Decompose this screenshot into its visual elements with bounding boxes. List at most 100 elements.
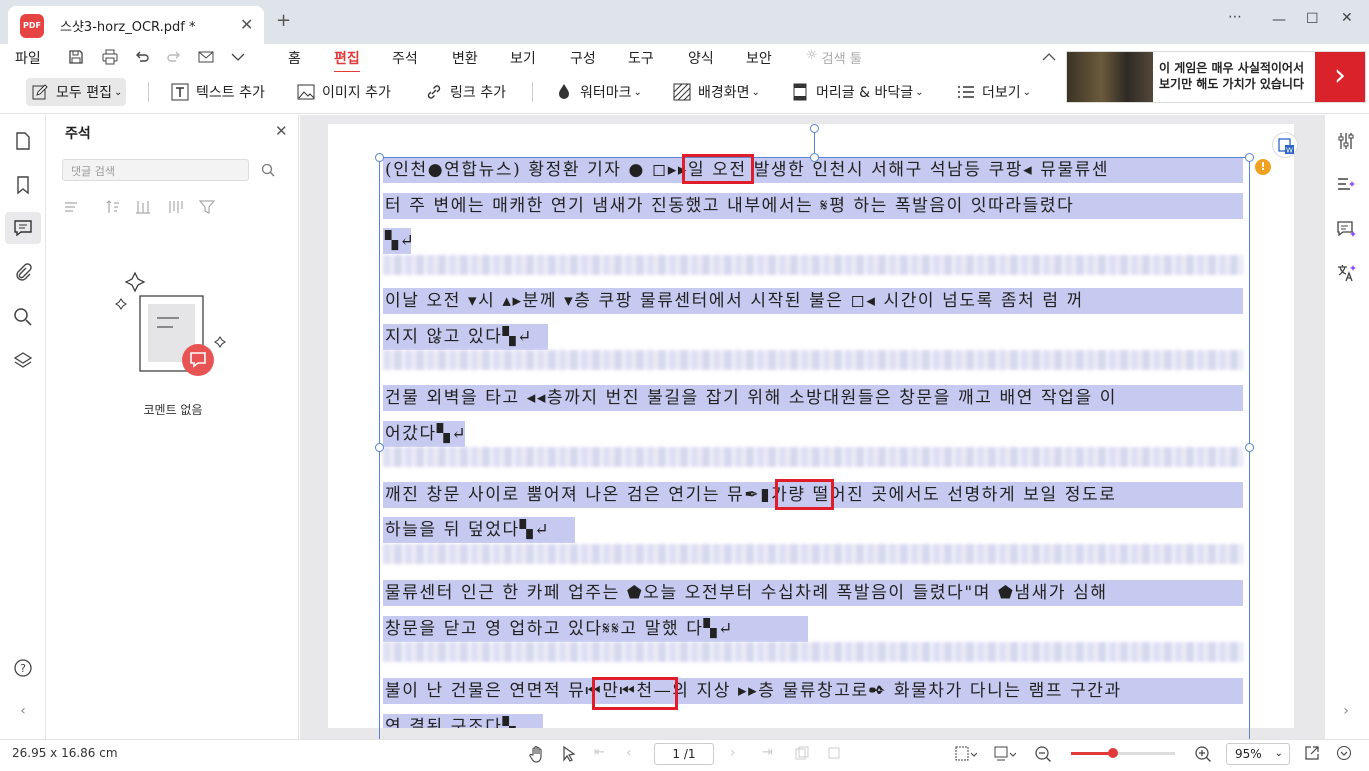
rotate-page-icon[interactable] <box>826 745 844 763</box>
menu-file[interactable]: 파일 <box>15 48 41 68</box>
warning-icon[interactable]: ! <box>1255 159 1271 175</box>
text-line[interactable]: 연 결된 구조다▚ <box>383 714 543 728</box>
text-line[interactable]: 건물 외벽을 타고 ◂◂층까지 번진 불길을 잡기 위해 소방대원들은 창문을 … <box>383 385 1243 411</box>
add-text-button[interactable]: 텍스트 추가 <box>170 78 265 106</box>
list-icon <box>956 82 976 102</box>
page-number-input[interactable]: 1 /1 <box>654 743 714 765</box>
close-icon[interactable]: ✕ <box>275 122 288 140</box>
header-footer-button[interactable]: 머리글 & 바닥글 ⌄ <box>790 78 924 106</box>
edit-all-label: 모두 편집 <box>56 85 112 101</box>
bookmark-icon[interactable] <box>13 175 33 195</box>
document-viewport[interactable]: (인천●연합뉴스) 황정환 기자 ● ◻▸▸일 오전 발생한 인천시 서해구 석… <box>300 115 1324 739</box>
menu-organize[interactable]: 구성 <box>570 48 596 68</box>
ad-arrow-button[interactable]: › <box>1315 52 1365 102</box>
close-tab-icon[interactable]: ✕ <box>240 15 253 34</box>
search-icon[interactable] <box>261 163 275 177</box>
open-external-icon[interactable] <box>1304 745 1322 763</box>
comment-search-input[interactable]: 댓글 검색 <box>62 159 249 181</box>
chevron-down-icon: ⌄ <box>633 86 642 98</box>
rotate-handle[interactable] <box>810 124 819 133</box>
text-line[interactable]: 불이 난 건물은 연면적 뮤⏮만⏮천—의 지상 ▸▸층 물류창고로✒ 화물차가 … <box>383 678 1243 704</box>
pdf-page[interactable]: (인천●연합뉴스) 황정환 기자 ● ◻▸▸일 오전 발생한 인천시 서해구 석… <box>328 124 1294 728</box>
text-line[interactable]: 물류센터 인근 한 카페 업주는 ⬟오늘 오전부터 수십차례 폭발음이 들렸다"… <box>383 580 1243 606</box>
attachment-icon[interactable] <box>13 263 33 283</box>
background-button[interactable]: 배경화면 ⌄ <box>672 78 760 106</box>
last-page-icon[interactable]: ⇥ <box>762 745 780 763</box>
next-page-icon[interactable]: › <box>730 745 748 763</box>
zoom-in-icon[interactable] <box>1194 745 1212 763</box>
add-image-button[interactable]: 이미지 추가 <box>296 78 391 106</box>
edit-all-button[interactable]: 모두 편집 ⌄ <box>26 78 127 106</box>
expand-right-panel-icon[interactable]: › <box>1336 703 1356 723</box>
menu-form[interactable]: 양식 <box>688 48 714 68</box>
layers-icon[interactable] <box>13 351 33 371</box>
advertisement-banner[interactable]: 이 게임은 매우 사실적이어서 보기만 해도 가치가 있습니다 › <box>1066 51 1366 103</box>
blurred-text-line <box>383 350 1243 370</box>
fullscreen-down-icon[interactable] <box>1336 745 1354 763</box>
page-fit-icon[interactable] <box>794 745 812 763</box>
filter-icon[interactable] <box>199 199 215 215</box>
more-options-button[interactable]: ⋯ <box>1228 9 1242 25</box>
text-line[interactable]: 어갔다▚↵ <box>383 421 465 447</box>
ai-summary-icon[interactable] <box>1336 175 1356 195</box>
text-line[interactable]: 터 주 변에는 매캐한 연기 냄새가 진동했고 내부에서는 𝄋평 하는 폭발음이… <box>383 193 1243 219</box>
properties-sliders-icon[interactable] <box>1336 131 1356 151</box>
text-line[interactable]: 하늘을 뒤 덮었다▚↵ <box>383 517 575 543</box>
more-button[interactable]: 더보기 ⌄ <box>956 78 1031 106</box>
hand-tool-icon[interactable] <box>528 745 546 763</box>
zoom-level-select[interactable]: 95% ⌄ <box>1226 743 1290 765</box>
zoom-out-icon[interactable] <box>1034 745 1052 763</box>
fit-width-icon[interactable] <box>955 745 977 763</box>
page-thumbnail-icon[interactable] <box>13 131 33 151</box>
menu-edit[interactable]: 편집 <box>334 48 360 73</box>
add-link-button[interactable]: 링크 추가 <box>424 78 506 106</box>
page-layout-icon[interactable] <box>994 745 1016 763</box>
resize-handle[interactable] <box>375 443 384 452</box>
collapse-ribbon-icon[interactable] <box>1042 50 1058 66</box>
undo-icon[interactable] <box>134 49 150 65</box>
first-page-icon[interactable]: ⇤ <box>594 745 612 763</box>
text-line[interactable]: 창문을 닫고 영 업하고 있다𝄋𝄋고 말했 다▚↵ <box>383 616 808 642</box>
translate-icon[interactable] <box>1336 263 1356 283</box>
select-cursor-icon[interactable] <box>560 745 578 763</box>
maximize-icon[interactable]: ☐ <box>1306 11 1319 27</box>
resize-handle[interactable] <box>1245 153 1254 162</box>
minimize-icon[interactable]: — <box>1272 12 1286 28</box>
search-icon[interactable] <box>13 307 33 327</box>
resize-handle[interactable] <box>1245 443 1254 452</box>
menu-home[interactable]: 홈 <box>288 48 301 68</box>
mail-icon[interactable] <box>198 49 214 65</box>
help-icon[interactable]: ? <box>13 658 33 678</box>
zoom-slider-handle[interactable] <box>1108 748 1118 758</box>
sort-icon[interactable] <box>63 199 79 215</box>
redo-icon[interactable] <box>166 49 182 65</box>
highlight-box <box>775 479 834 510</box>
resize-handle[interactable] <box>375 153 384 162</box>
menu-view[interactable]: 보기 <box>510 48 536 68</box>
menu-convert[interactable]: 변환 <box>452 48 478 68</box>
text-line[interactable]: 이날 오전 ▾시 ▴▸분께 ▾층 쿠팡 물류센터에서 시작된 불은 ◻◂ 시간이… <box>383 288 1243 314</box>
sort-ascending-icon[interactable] <box>105 199 121 215</box>
text-line[interactable]: ▚↵ <box>383 228 411 254</box>
text-line[interactable]: 지지 않고 있다▚↵ <box>383 324 548 350</box>
print-icon[interactable] <box>102 49 118 65</box>
watermark-button[interactable]: 워터마크 ⌄ <box>554 78 642 106</box>
resize-handle[interactable] <box>810 153 819 162</box>
close-window-icon[interactable]: ✕ <box>1341 10 1353 26</box>
collapse-sidebar-icon[interactable]: ‹ <box>13 703 33 723</box>
comment-panel-icon[interactable] <box>5 212 41 244</box>
search-tools[interactable]: ☼ 검색 툴 <box>806 48 862 67</box>
ai-comment-icon[interactable] <box>1336 219 1356 239</box>
menu-tools[interactable]: 도구 <box>628 48 654 68</box>
menu-protect[interactable]: 보안 <box>746 48 772 68</box>
previous-page-icon[interactable]: ‹ <box>626 745 644 763</box>
save-icon[interactable] <box>68 49 84 65</box>
column-view-icon[interactable] <box>135 199 151 215</box>
document-tab[interactable]: PDF 스샷3-horz_OCR.pdf * ✕ <box>8 6 264 44</box>
new-tab-button[interactable]: + <box>276 10 291 31</box>
bar-view-icon[interactable] <box>167 199 183 215</box>
menu-comment[interactable]: 주석 <box>392 48 418 68</box>
divider <box>532 82 533 102</box>
word-convert-icon[interactable]: W <box>1272 132 1298 158</box>
quick-access-dropdown-icon[interactable] <box>230 49 246 65</box>
